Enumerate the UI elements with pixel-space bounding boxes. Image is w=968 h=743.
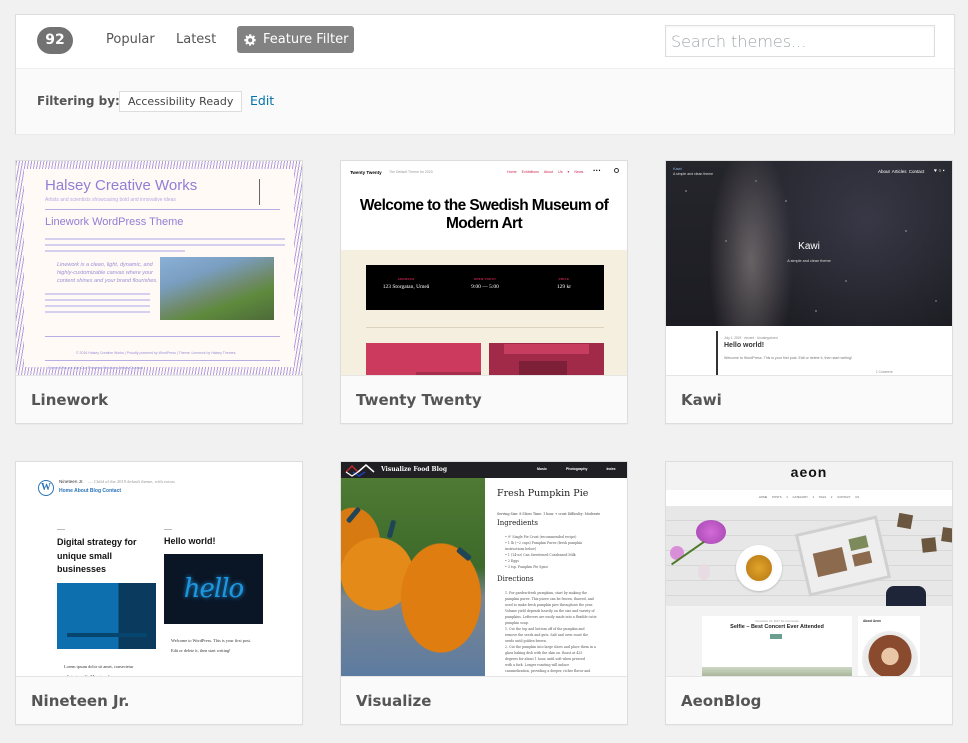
feature-filter-label: Feature Filter bbox=[263, 32, 349, 47]
preview-hero-title: Welcome to the Swedish Museum of Modern … bbox=[359, 197, 609, 232]
preview-post-title: Selfie – Best Concert Ever Attended bbox=[730, 624, 824, 630]
theme-screenshot[interactable]: Visualize Food Blog Music Photography In… bbox=[341, 462, 627, 676]
theme-card-visualize[interactable]: Visualize Food Blog Music Photography In… bbox=[340, 461, 628, 725]
category-tag bbox=[770, 634, 782, 639]
preview-post-title: Hello world! bbox=[724, 342, 765, 349]
preview-nav: About Articles Contact bbox=[878, 169, 925, 174]
menu-dots-icon: ··· bbox=[593, 166, 601, 175]
theme-card-nineteen-jr[interactable]: W Nineteen Jr. — Child of the 2019 defau… bbox=[15, 461, 303, 725]
tab-latest[interactable]: Latest bbox=[176, 32, 216, 47]
info-panel: ADDRESS 123 Storgatan, Umeå OPEN TODAY 9:0… bbox=[366, 265, 604, 310]
theme-screenshot[interactable]: aeon HOME POSTS ▾ CATEGORY ▾ TAGS ▾ CONT… bbox=[666, 462, 952, 676]
preview-site-title: Kawi bbox=[673, 166, 682, 171]
preview-post-title: Fresh Pumpkin Pie bbox=[497, 488, 589, 499]
edit-filters-link[interactable]: Edit bbox=[250, 93, 274, 108]
preview-sidebar-heading: About Aeon bbox=[863, 619, 881, 623]
filter-tag-accessibility-ready: Accessibility Ready bbox=[119, 91, 243, 112]
preview-heading: Linework WordPress Theme bbox=[45, 216, 184, 228]
art-block bbox=[366, 343, 481, 375]
preview-tagline: Artists and scientists showcasing bold a… bbox=[45, 197, 176, 203]
peony-flower bbox=[696, 520, 726, 544]
preview-post1-title: Digital strategy for unique small busine… bbox=[57, 537, 137, 574]
theme-filter-bar: 92 Popular Latest Feature Filter Filteri… bbox=[15, 14, 955, 134]
preview-tagline: A simple and clean theme bbox=[673, 172, 714, 176]
active-filters-row: Filtering by: Accessibility Ready Edit bbox=[16, 69, 954, 134]
search-icon bbox=[614, 168, 619, 173]
visualize-logo-icon bbox=[345, 464, 375, 477]
filter-bar-top: 92 Popular Latest Feature Filter bbox=[16, 15, 954, 69]
preview-tagline: — Child of the 2019 default theme, with … bbox=[88, 479, 175, 484]
preview-site-title: Visualize Food Blog bbox=[381, 466, 448, 473]
preview-nav: Music Photography Index bbox=[537, 467, 616, 471]
pumpkins-photo bbox=[341, 478, 485, 676]
theme-screenshot[interactable]: Kawi A simple and clean theme About Arti… bbox=[666, 161, 952, 375]
theme-card-aeonblog[interactable]: aeon HOME POSTS ▾ CATEGORY ▾ TAGS ▾ CONT… bbox=[665, 461, 953, 725]
theme-name: Linework bbox=[16, 375, 302, 423]
preview-tagline: The Default Theme for 2020 bbox=[389, 170, 433, 174]
preview-menu: Home Who we Are Our Process Services Art… bbox=[48, 366, 143, 370]
preview-post2-excerpt: Welcome to WordPress. This is your first… bbox=[171, 638, 251, 653]
preview-quote: Linework is a clean, light, dynamic, and… bbox=[57, 262, 158, 284]
preview-comments: 1 Comment bbox=[876, 370, 893, 374]
feature-filter-button[interactable]: Feature Filter bbox=[237, 26, 355, 53]
gear-icon bbox=[244, 33, 256, 46]
search-themes-input[interactable] bbox=[665, 25, 935, 57]
theme-card-linework[interactable]: Halsey Creative Works Artists and scient… bbox=[15, 160, 303, 424]
preview-post2-title: Hello world! bbox=[164, 536, 216, 546]
preview-directions-heading: Directions bbox=[497, 575, 534, 583]
preview-site-title: Nineteen Jr. bbox=[59, 479, 84, 484]
preview-recipe-meta: Serving Size: 8 Slices Time: 1 hour + cr… bbox=[497, 512, 601, 516]
preview-site-title: Twenty Twenty bbox=[350, 170, 382, 175]
preview-post-meta: November 21, 2017 No Comments bbox=[755, 619, 799, 623]
theme-screenshot[interactable]: Halsey Creative Works Artists and scient… bbox=[16, 161, 302, 375]
theme-name: Kawi bbox=[666, 375, 952, 423]
preview-post-meta: July 1, 2019 · vincent · Uncategorized bbox=[724, 336, 778, 340]
preview-post1-excerpt: Lorem ipsum dolor sit amet, consectetur … bbox=[64, 664, 134, 676]
theme-name: Visualize bbox=[341, 676, 627, 724]
preview-hero-title: Kawi bbox=[798, 241, 820, 252]
preview-footer: © 2016 Halsey Creative Works | Proudly p… bbox=[76, 351, 237, 355]
tab-popular[interactable]: Popular bbox=[106, 32, 155, 47]
wordpress-logo-icon: W bbox=[38, 480, 54, 496]
theme-card-twenty-twenty[interactable]: Twenty Twenty The Default Theme for 2020… bbox=[340, 160, 628, 424]
theme-name: Nineteen Jr. bbox=[16, 676, 302, 724]
preview-hero-tagline: A simple and clean theme bbox=[787, 259, 831, 263]
heron-logo-icon bbox=[259, 179, 271, 205]
theme-count-badge: 92 bbox=[37, 27, 73, 54]
preview-ingredients-heading: Ingredients bbox=[497, 519, 539, 527]
theme-card-kawi[interactable]: Kawi A simple and clean theme About Arti… bbox=[665, 160, 953, 424]
seagrass-photo bbox=[160, 257, 274, 320]
filtering-by-label: Filtering by: bbox=[37, 94, 120, 108]
preview-nav: HOME POSTS ▾ CATEGORY ▾ TAGS ▾ CONTACT U… bbox=[758, 495, 860, 499]
theme-screenshot[interactable]: W Nineteen Jr. — Child of the 2019 defau… bbox=[16, 462, 302, 676]
theme-name: AeonBlog bbox=[666, 676, 952, 724]
preview-nav: Home Exhibitions About Us ▾ News bbox=[507, 170, 584, 174]
aeon-logo: aeon bbox=[790, 464, 828, 480]
preview-post-excerpt: Welcome to WordPress. This is your first… bbox=[724, 356, 852, 360]
preview-nav: Home About Blog Contact bbox=[59, 488, 122, 494]
office-photo bbox=[57, 583, 156, 649]
social-icons: ♥ ○ ▪ bbox=[934, 168, 945, 174]
preview-site-title: Halsey Creative Works bbox=[45, 177, 198, 194]
theme-screenshot[interactable]: Twenty Twenty The Default Theme for 2020… bbox=[341, 161, 627, 375]
neon-hello-photo: hello bbox=[164, 554, 263, 624]
theme-name: Twenty Twenty bbox=[341, 375, 627, 423]
